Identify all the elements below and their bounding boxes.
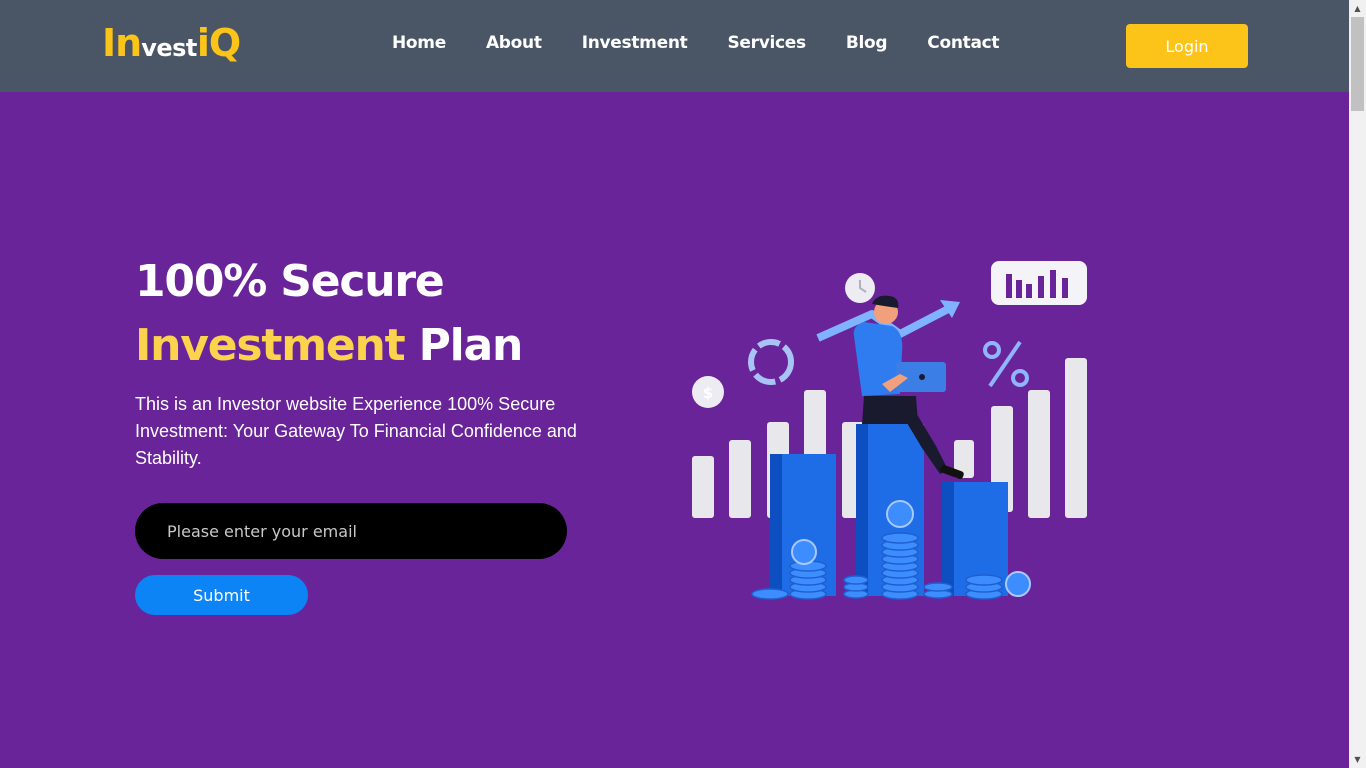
page-scrollbar[interactable]: ▲ ▼ [1349,0,1366,768]
hero-title-rest: Plan [418,320,524,371]
bitcoin-coin-icon [886,500,914,528]
percent-icon [983,340,1029,388]
hero-title-accent: Investment [135,320,406,371]
euro-coin-icon [791,539,817,565]
login-button[interactable]: Login [1126,24,1248,68]
nav-link-blog[interactable]: Blog [846,33,888,53]
logo-part-vest: vest [141,34,197,62]
nav-link-about[interactable]: About [486,33,542,53]
submit-button[interactable]: Submit [135,575,308,615]
nav-link-contact[interactable]: Contact [927,33,999,53]
mini-chart-icon [991,261,1087,305]
scroll-up-arrow-icon[interactable]: ▲ [1349,0,1366,17]
svg-text:$: $ [703,384,713,402]
donut-icon [748,339,794,385]
scroll-down-arrow-icon[interactable]: ▼ [1349,751,1366,768]
top-navbar: In vest iQ Home About Investment Services … [0,0,1349,92]
logo-part-in: In [102,21,142,65]
hero-description: This is an Investor website Experience 1… [135,394,577,468]
email-input[interactable] [135,503,567,559]
investor-illustration: $ [692,261,1087,600]
investiq-logo[interactable]: In vest iQ [102,21,241,68]
nav-link-home[interactable]: Home [392,33,446,53]
nav-link-investment[interactable]: Investment [582,33,688,53]
hero-title: 100% Secure Investment Plan [135,250,524,378]
dollar-coin-small-icon [1005,571,1031,597]
main-menu: Home About Investment Services Blog Cont… [392,33,1039,53]
logo-part-iq: iQ [196,21,241,65]
scroll-thumb[interactable] [1351,17,1364,111]
nav-link-services[interactable]: Services [727,33,806,53]
hero-title-line1: 100% Secure [135,256,445,307]
